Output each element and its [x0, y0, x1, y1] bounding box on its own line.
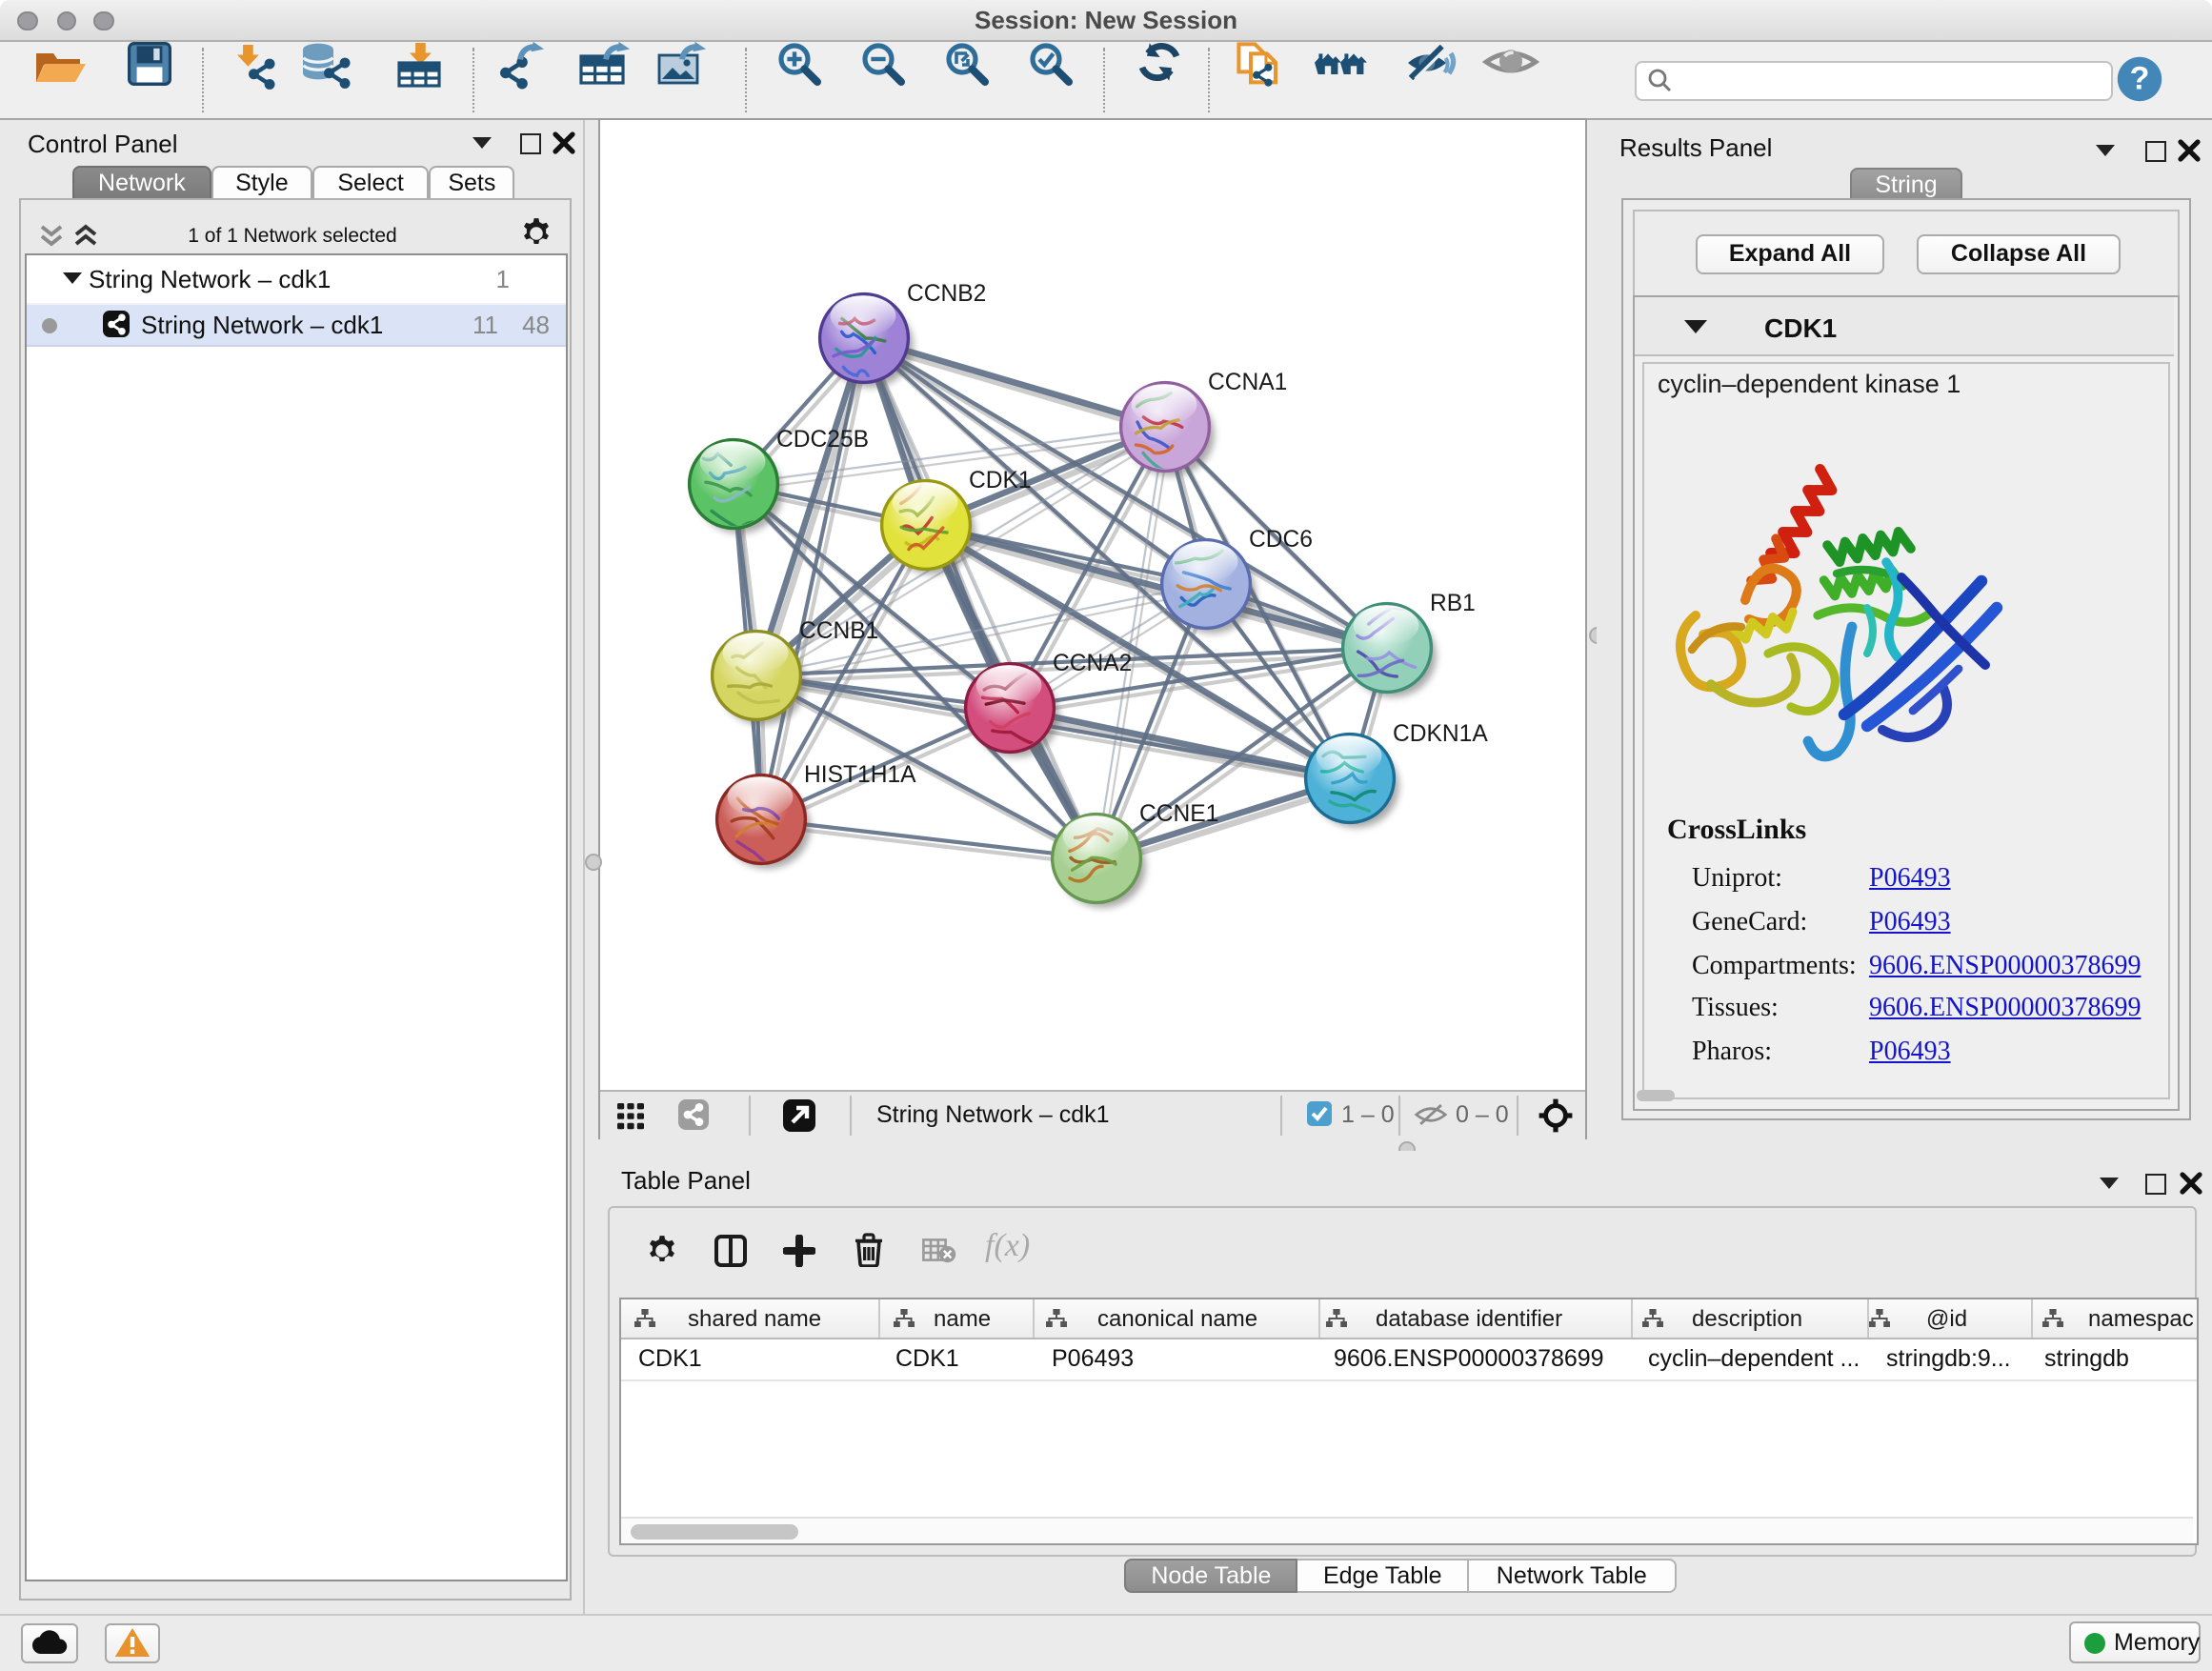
svg-text:HIST1H1A: HIST1H1A: [804, 762, 916, 788]
svg-text:CCNB2: CCNB2: [907, 281, 986, 307]
svg-text:CDKN1A: CDKN1A: [1393, 721, 1488, 747]
svg-text:CDC25B: CDC25B: [776, 427, 869, 453]
svg-text:CCNA1: CCNA1: [1208, 370, 1287, 395]
svg-text:RB1: RB1: [1430, 591, 1476, 616]
svg-text:CCNA2: CCNA2: [1053, 651, 1132, 676]
svg-text:CCNE1: CCNE1: [1139, 801, 1218, 827]
svg-text:CCNB1: CCNB1: [799, 618, 878, 644]
svg-text:CDK1: CDK1: [969, 468, 1032, 493]
svg-text:?: ?: [2130, 60, 2150, 96]
svg-text:CDC6: CDC6: [1249, 527, 1313, 553]
